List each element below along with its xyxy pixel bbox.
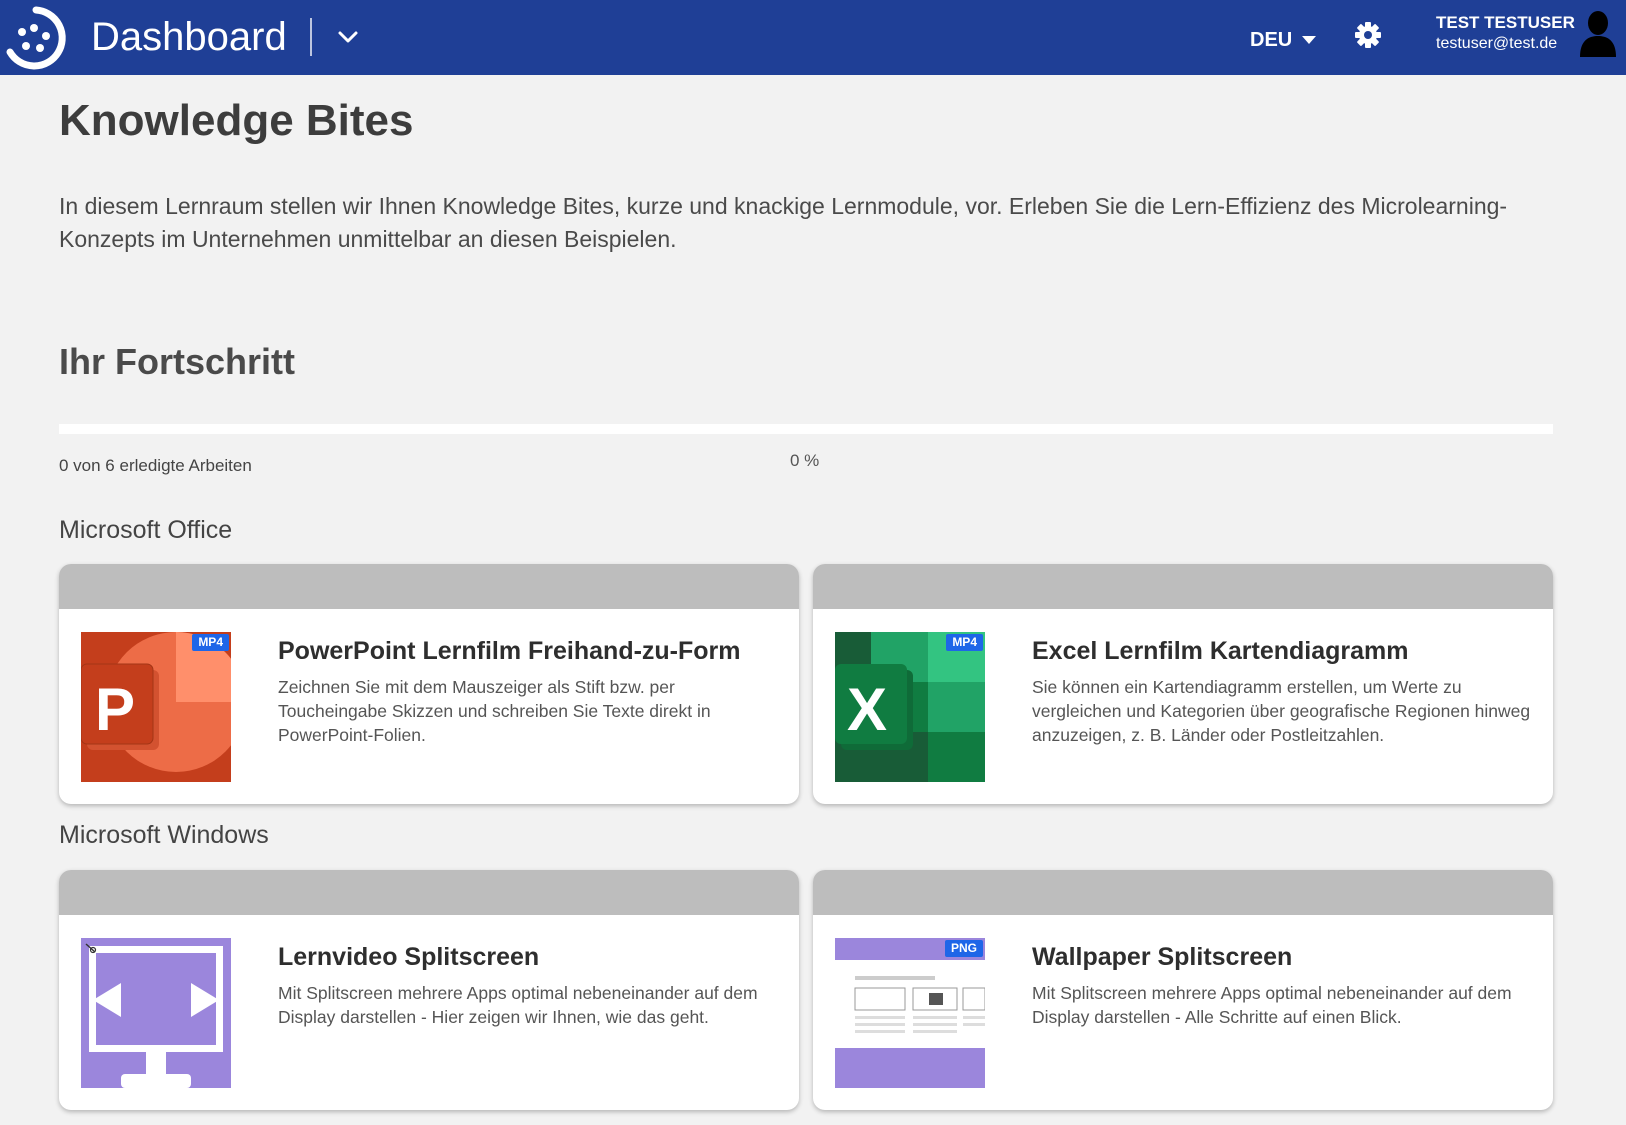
monitor-splitscreen-icon: [81, 938, 231, 1088]
svg-text:X: X: [847, 676, 887, 743]
progress-title: Ihr Fortschritt: [59, 341, 296, 382]
top-bar: Dashboard DEU TEST TESTUSER testuser@tes…: [0, 0, 1626, 75]
card-title[interactable]: Lernvideo Splitscreen: [278, 942, 539, 972]
progress-percent: 0 %: [790, 451, 820, 470]
user-info[interactable]: TEST TESTUSER testuser@test.de: [1436, 12, 1575, 54]
course-card-powerpoint[interactable]: P MP4 PowerPoint Lernfilm Freihand-zu-Fo…: [59, 564, 799, 804]
file-type-badge: PNG: [944, 940, 983, 957]
powerpoint-icon: P MP4: [81, 632, 231, 782]
language-label: DEU: [1250, 29, 1293, 51]
user-avatar-icon[interactable]: [1578, 9, 1618, 57]
card-header: [59, 870, 799, 915]
user-email: testuser@test.de: [1436, 35, 1558, 52]
language-selector[interactable]: DEU: [1250, 27, 1317, 53]
card-title[interactable]: Excel Lernfilm Kartendiagramm: [1032, 636, 1409, 666]
card-title[interactable]: PowerPoint Lernfilm Freihand-zu-Form: [278, 636, 741, 666]
gear-icon[interactable]: [1354, 21, 1382, 49]
chevron-down-icon[interactable]: [335, 24, 361, 50]
card-description: Mit Splitscreen mehrere Apps optimal neb…: [1032, 983, 1512, 1027]
card-description: Zeichnen Sie mit dem Mauszeiger als Stif…: [278, 677, 711, 745]
card-header: [813, 564, 1553, 609]
course-card-splitscreen-wallpaper[interactable]: PNG Wallpaper Splitscreen Mit Splitscree…: [813, 870, 1553, 1110]
logo-icon[interactable]: [0, 4, 72, 72]
course-card-splitscreen-video[interactable]: Lernvideo Splitscreen Mit Splitscreen me…: [59, 870, 799, 1110]
progress-count: 0 von 6 erledigte Arbeiten: [59, 456, 252, 475]
intro-text: In diesem Lernraum stellen wir Ihnen Kno…: [59, 193, 1508, 252]
file-type-badge: MP4: [946, 634, 983, 651]
app-title: Dashboard: [91, 15, 287, 59]
card-title[interactable]: Wallpaper Splitscreen: [1032, 942, 1292, 972]
caret-down-icon: [1302, 36, 1317, 44]
course-card-excel[interactable]: X MP4 Excel Lernfilm Kartendiagramm Sie …: [813, 564, 1553, 804]
title-divider: [310, 18, 312, 56]
file-type-badge: MP4: [192, 634, 229, 651]
card-header: [813, 870, 1553, 915]
user-name: TEST TESTUSER: [1436, 13, 1575, 32]
card-description: Mit Splitscreen mehrere Apps optimal neb…: [278, 983, 758, 1027]
page-title: Knowledge Bites: [59, 96, 414, 145]
wallpaper-thumbnail: PNG: [835, 938, 985, 1088]
excel-icon: X MP4: [835, 632, 985, 782]
section-title-office: Microsoft Office: [59, 516, 233, 544]
section-title-windows: Microsoft Windows: [59, 821, 269, 849]
progress-bar: [59, 424, 1553, 434]
svg-text:P: P: [95, 676, 135, 743]
card-header: [59, 564, 799, 609]
card-description: Sie können ein Kartendiagramm erstellen,…: [1032, 677, 1531, 745]
